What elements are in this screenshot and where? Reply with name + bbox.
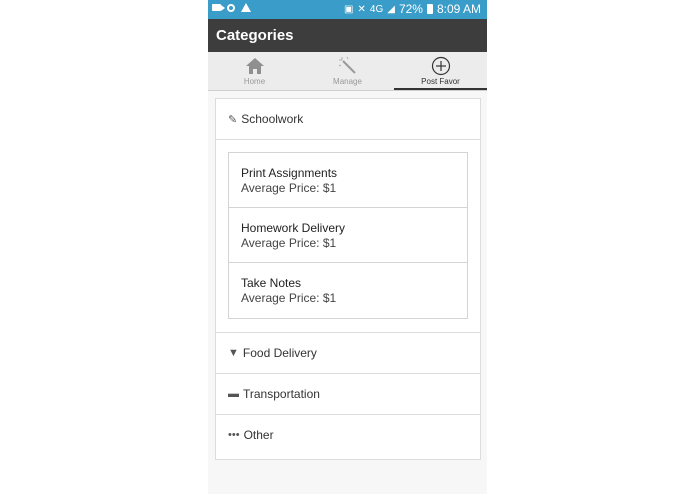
- category-other[interactable]: ••• Other: [216, 415, 480, 455]
- category-label: Food Delivery: [242, 346, 317, 360]
- subcategory-print-assignments[interactable]: Print Assignments Average Price: $1: [229, 153, 467, 208]
- category-food-delivery[interactable]: ▼ Food Delivery: [216, 333, 480, 374]
- category-schoolwork[interactable]: ✎ Schoolwork: [216, 99, 480, 140]
- status-bar: ▣ ✕ 4G ◢ 72% 8:09 AM: [208, 0, 487, 19]
- tab-post-favor[interactable]: Post Favor: [394, 52, 487, 90]
- app-bar: Categories: [208, 19, 487, 52]
- tab-post-favor-label: Post Favor: [421, 77, 460, 86]
- category-label: Schoolwork: [241, 112, 304, 126]
- category-list: ✎ Schoolwork Print Assignments Average P…: [215, 98, 481, 460]
- subcategory-take-notes[interactable]: Take Notes Average Price: $1: [229, 263, 467, 318]
- signal-icon: ◢: [387, 3, 395, 15]
- video-camera-icon: [212, 4, 225, 11]
- page-title: Categories: [216, 27, 294, 44]
- ellipsis-icon: •••: [228, 429, 240, 441]
- car-icon: ▬: [228, 388, 239, 400]
- tab-home[interactable]: Home: [208, 52, 301, 90]
- subcategory-price: Average Price: $1: [241, 181, 337, 195]
- subcategory-name: Print Assignments: [241, 166, 338, 180]
- subcategory-homework-delivery[interactable]: Homework Delivery Average Price: $1: [229, 208, 467, 263]
- magic-wand-icon: [338, 56, 356, 74]
- tab-home-label: Home: [243, 77, 266, 86]
- subcategory-price: Average Price: $1: [241, 291, 337, 305]
- category-label: Transportation: [243, 387, 320, 401]
- pencil-icon: ✎: [228, 113, 238, 126]
- battery-percent: 72%: [398, 2, 423, 16]
- tab-manage-label: Manage: [333, 77, 362, 86]
- category-label: Other: [243, 428, 274, 442]
- pizza-icon: ▼: [228, 347, 239, 359]
- subcategory-list: Print Assignments Average Price: $1 Home…: [228, 152, 468, 319]
- category-transportation[interactable]: ▬ Transportation: [216, 374, 480, 415]
- tab-manage[interactable]: Manage: [301, 52, 394, 90]
- schoolwork-panel: Print Assignments Average Price: $1 Home…: [216, 140, 480, 333]
- mute-icon: ✕: [357, 3, 366, 15]
- battery-icon: [426, 4, 433, 14]
- nfc-icon: ▣: [344, 3, 354, 15]
- phone-screen: ▣ ✕ 4G ◢ 72% 8:09 AM Categories Home Man…: [208, 0, 487, 494]
- tab-bar: Home Manage Post Favor: [208, 52, 487, 91]
- home-icon: [245, 58, 264, 74]
- plus-circle-icon: [431, 56, 450, 76]
- network-type-label: 4G: [369, 3, 384, 15]
- record-icon: [227, 3, 235, 12]
- subcategory-name: Homework Delivery: [241, 221, 346, 235]
- subcategory-price: Average Price: $1: [241, 236, 337, 250]
- warning-icon: [241, 3, 251, 12]
- clock: 8:09 AM: [436, 2, 481, 16]
- subcategory-name: Take Notes: [241, 276, 302, 290]
